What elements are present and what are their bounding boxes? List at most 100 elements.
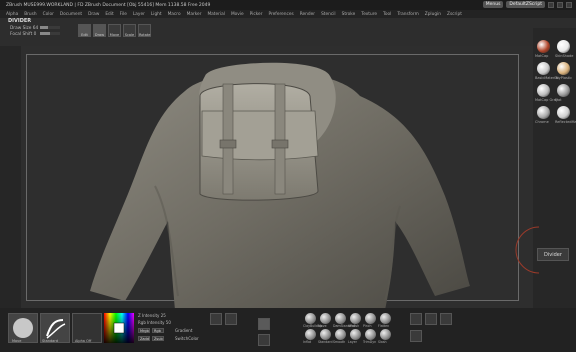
material-swatch[interactable]	[557, 62, 570, 75]
local-button[interactable]	[425, 313, 437, 325]
material-swatch[interactable]	[537, 84, 550, 97]
left-shelf	[0, 46, 21, 308]
material-swatch[interactable]	[537, 106, 550, 119]
brush-ball-label: TrimDyn	[363, 340, 377, 344]
move-button[interactable]: Move	[108, 24, 121, 37]
focal-shift-fill	[40, 32, 50, 35]
draw-size-fill	[40, 26, 48, 29]
brush-ball-label: Layer	[348, 340, 357, 344]
xyz-button[interactable]	[440, 313, 452, 325]
sculpt-model[interactable]	[60, 56, 500, 310]
menu-document[interactable]: Document	[60, 12, 82, 17]
transp-button[interactable]	[410, 330, 422, 342]
material-swatch[interactable]	[557, 40, 570, 53]
buckle-right	[271, 139, 289, 149]
draw-size-slider[interactable]: Draw Size 64	[10, 25, 60, 31]
material-swatch[interactable]	[557, 84, 570, 97]
menu-file[interactable]: File	[120, 12, 127, 17]
minimize-icon[interactable]	[548, 1, 554, 8]
edit-button[interactable]: Edit	[78, 24, 91, 37]
menu-transform[interactable]: Transform	[397, 12, 418, 17]
material-swatch[interactable]	[557, 106, 570, 119]
zadd-button[interactable]: Zadd	[138, 336, 150, 341]
material-label: ReflectedMap	[555, 120, 576, 124]
focal-shift-slider[interactable]: Focal Shift 0	[10, 31, 60, 37]
brush-ball-label: Inflat	[303, 340, 312, 344]
floor-button[interactable]	[258, 334, 270, 346]
brush-ball[interactable]	[335, 329, 346, 340]
default-zscript-button[interactable]: DefaultZScript	[506, 1, 545, 8]
pointer-circle-icon	[515, 226, 540, 274]
draw-button[interactable]: Draw	[93, 24, 106, 37]
title-bar: ZBrush MUSE999.WORKLAND | FD ZBrush Docu…	[0, 0, 576, 10]
gradient-label: Gradient	[175, 328, 193, 333]
brush-ball[interactable]	[380, 329, 391, 340]
menus-button[interactable]: Menus	[482, 1, 504, 8]
persp-button[interactable]	[258, 318, 270, 330]
backpack-flap	[201, 110, 319, 161]
brush-ball-label: Smooth	[333, 340, 346, 344]
brush-ball[interactable]	[365, 329, 376, 340]
brush-ball[interactable]	[305, 329, 316, 340]
menu-zscript[interactable]: Zscript	[447, 12, 462, 17]
menu-marker[interactable]: Marker	[187, 12, 202, 17]
menu-stroke[interactable]: Stroke	[342, 12, 356, 17]
menu-render[interactable]: Render	[300, 12, 315, 17]
brush-ball-label: Pinch	[363, 324, 372, 328]
brush-ball-label: hPolish	[348, 324, 360, 328]
menu-light[interactable]: Light	[151, 12, 162, 17]
backpack-strap-right	[274, 83, 286, 195]
brush-ball[interactable]	[320, 313, 331, 324]
rgb-button[interactable]: Rgb	[152, 328, 164, 333]
material-swatch[interactable]	[537, 40, 550, 53]
material-label: SkinShade	[555, 54, 574, 58]
sym-button[interactable]	[210, 313, 222, 325]
menu-movie[interactable]: Movie	[231, 12, 244, 17]
menu-stencil[interactable]: Stencil	[321, 12, 336, 17]
window-title: ZBrush MUSE999.WORKLAND | FD ZBrush Docu…	[6, 2, 211, 8]
maximize-icon[interactable]	[557, 1, 563, 8]
buckle-left	[219, 139, 237, 149]
switch-color-label[interactable]: SwitchColor	[175, 336, 199, 341]
menu-preferences[interactable]: Preferences	[268, 12, 293, 17]
z-intensity-label[interactable]: Z Intensity 25	[138, 313, 166, 318]
brush-ball[interactable]	[380, 313, 391, 324]
close-icon[interactable]	[566, 1, 572, 8]
brush-ball-label: Standard	[318, 340, 333, 344]
focal-button[interactable]	[225, 313, 237, 325]
material-swatch[interactable]	[537, 62, 550, 75]
menu-material[interactable]: Material	[207, 12, 224, 17]
tool-name: DIVIDER	[8, 18, 32, 24]
menu-zplugin[interactable]: Zplugin	[425, 12, 441, 17]
brush-ball[interactable]	[350, 313, 361, 324]
menu-brush[interactable]: Brush	[24, 12, 36, 17]
menu-tool[interactable]: Tool	[383, 12, 391, 17]
brush-ball[interactable]	[305, 313, 316, 324]
menu-picker[interactable]: Picker	[250, 12, 263, 17]
menu-draw[interactable]: Draw	[88, 12, 99, 17]
zsub-button[interactable]: Zsub	[152, 336, 164, 341]
brush-ball[interactable]	[350, 329, 361, 340]
brush-ball-label: Move	[318, 324, 327, 328]
menu-bar: Alpha Brush Color Document Draw Edit File Layer…	[0, 10, 576, 18]
scale-button[interactable]: Scale	[123, 24, 136, 37]
mrgb-button[interactable]: Mrgb	[138, 328, 150, 333]
brush-ball-label: Slash	[378, 340, 387, 344]
material-label: Flat	[555, 98, 562, 102]
menu-texture[interactable]: Texture	[361, 12, 377, 17]
stroke-icon	[46, 319, 66, 339]
rotate-button[interactable]: Rotate	[138, 24, 151, 37]
brush-ball[interactable]	[320, 329, 331, 340]
rgb-intensity-label[interactable]: Rgb Intensity 50	[138, 320, 171, 325]
menu-macro[interactable]: Macro	[168, 12, 181, 17]
color-picker-icon[interactable]	[104, 313, 134, 343]
menu-edit[interactable]: Edit	[105, 12, 113, 17]
menu-alpha[interactable]: Alpha	[6, 12, 18, 17]
material-label: MatCap	[535, 54, 549, 58]
frame-button[interactable]	[410, 313, 422, 325]
menu-color[interactable]: Color	[43, 12, 54, 17]
stroke-label: Standard	[42, 339, 58, 343]
brush-ball[interactable]	[335, 313, 346, 324]
menu-layer[interactable]: Layer	[133, 12, 145, 17]
brush-ball[interactable]	[365, 313, 376, 324]
